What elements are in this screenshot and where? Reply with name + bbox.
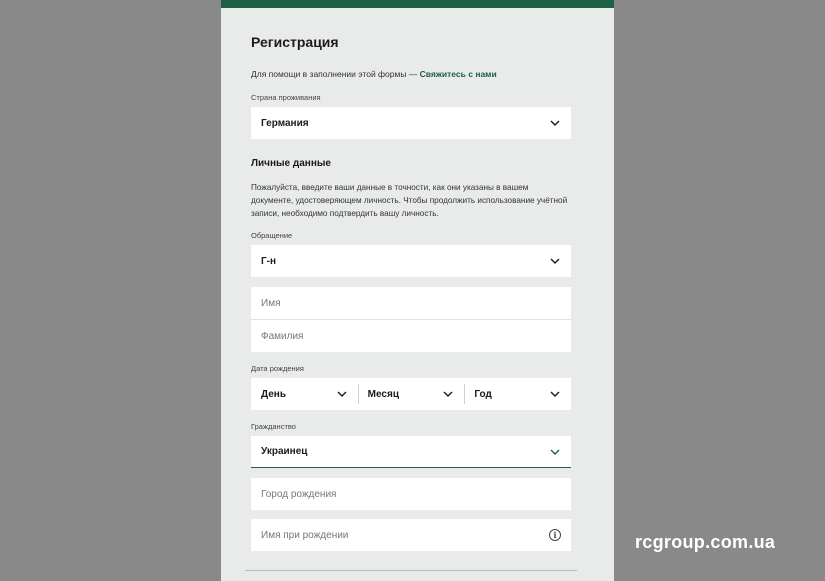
dob-year-select[interactable]: Год <box>464 378 571 410</box>
top-accent-bar <box>221 0 614 8</box>
dob-group: День Месяц Год <box>251 378 571 410</box>
chevron-down-icon <box>442 388 454 400</box>
contact-us-link[interactable]: Свяжитесь с нами <box>420 69 497 79</box>
country-value: Германия <box>261 117 309 129</box>
info-icon[interactable]: i <box>549 529 561 541</box>
last-name-field[interactable]: Фамилия <box>251 320 571 352</box>
chevron-down-icon <box>549 388 561 400</box>
chevron-down-icon <box>336 388 348 400</box>
birth-city-placeholder: Город рождения <box>261 488 337 500</box>
salutation-select[interactable]: Г-н <box>251 245 571 277</box>
salutation-value: Г-н <box>261 255 277 267</box>
dob-month-value: Месяц <box>367 388 399 400</box>
country-label: Страна проживания <box>251 93 321 102</box>
help-line: Для помощи в заполнении этой формы — Свя… <box>251 69 497 79</box>
watermark-text: rcgroup.com.ua <box>635 532 776 552</box>
dob-label: Дата рождения <box>251 364 304 373</box>
birth-name-placeholder: Имя при рождении <box>261 529 349 541</box>
salutation-label: Обращение <box>251 231 293 240</box>
citizenship-value: Украинец <box>261 446 308 457</box>
chevron-down-icon <box>549 255 561 267</box>
country-select[interactable]: Германия <box>251 107 571 139</box>
last-name-placeholder: Фамилия <box>261 330 304 342</box>
dob-day-value: День <box>261 388 286 400</box>
help-text: Для помощи в заполнении этой формы — <box>251 69 420 79</box>
dob-day-select[interactable]: День <box>251 378 358 410</box>
personal-data-description: Пожалуйста, введите ваши данные в точнос… <box>251 183 568 218</box>
first-name-placeholder: Имя <box>261 297 281 309</box>
dob-month-select[interactable]: Месяц <box>357 378 465 410</box>
chevron-down-icon <box>549 446 561 458</box>
page-title: Регистрация <box>251 34 339 50</box>
first-name-field[interactable]: Имя <box>251 287 571 319</box>
personal-data-heading: Личные данные <box>251 158 331 169</box>
birth-city-field[interactable]: Город рождения <box>251 478 571 510</box>
citizenship-select[interactable]: Украинец <box>251 436 571 468</box>
registration-panel: Регистрация Для помощи в заполнении этой… <box>221 0 614 581</box>
dob-year-value: Год <box>474 388 492 400</box>
citizenship-label: Гражданство <box>251 422 296 431</box>
birth-name-field[interactable]: Имя при рождении i <box>251 519 571 551</box>
bottom-divider <box>245 570 577 571</box>
chevron-down-icon <box>549 117 561 129</box>
